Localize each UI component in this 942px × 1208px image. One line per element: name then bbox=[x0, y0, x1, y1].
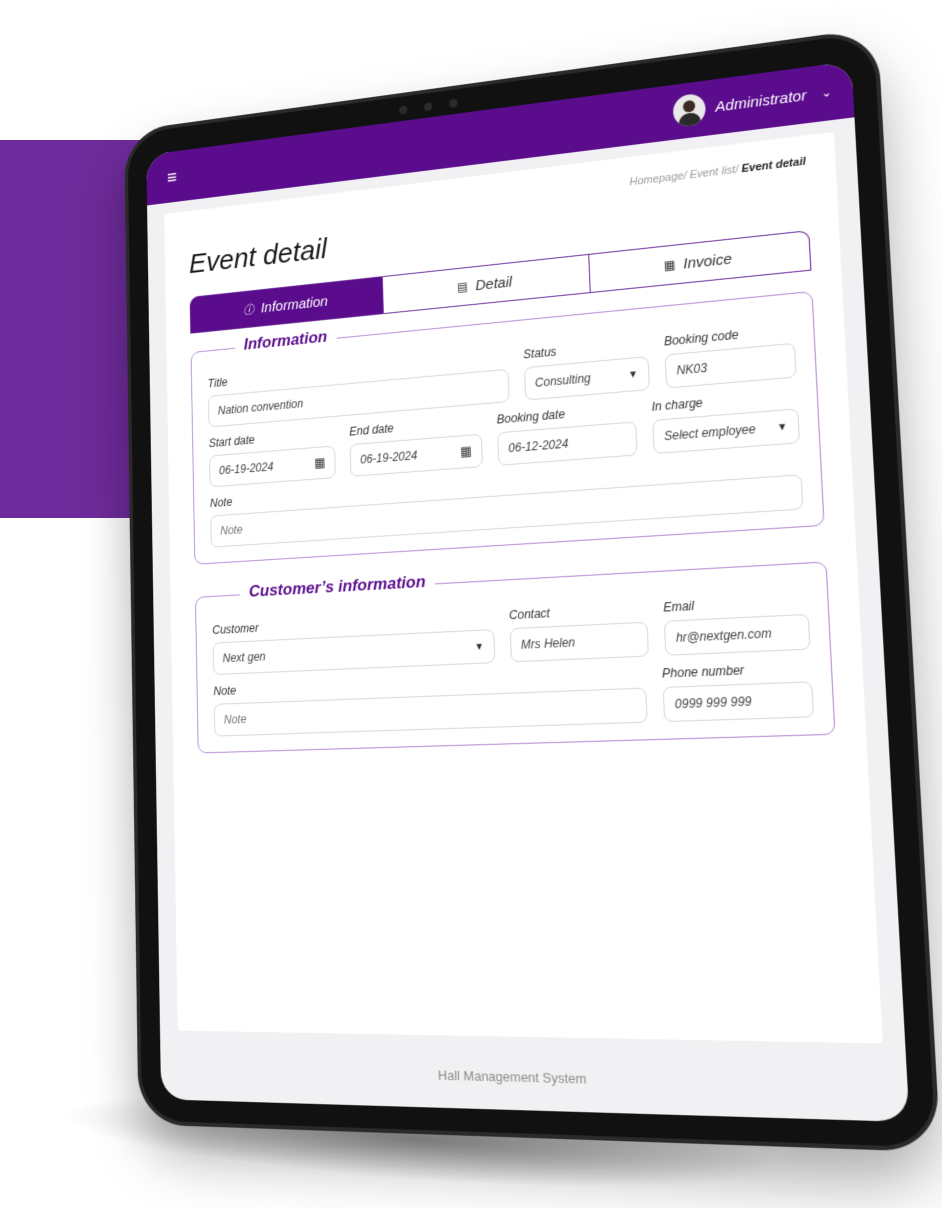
customer-select[interactable]: Next gen ▼ bbox=[213, 629, 496, 675]
document-icon: ▤ bbox=[457, 279, 468, 294]
contact-value: Mrs Helen bbox=[521, 635, 576, 652]
end-date-value: 06-19-2024 bbox=[360, 449, 417, 467]
customer-value: Next gen bbox=[223, 650, 266, 665]
customer-card: Customer’s information Customer Next gen… bbox=[195, 561, 836, 753]
avatar bbox=[672, 93, 706, 128]
calendar-icon[interactable]: ▦ bbox=[460, 443, 472, 460]
tablet-device: ≡ Administrator ⌄ Homepage/ Event list/ … bbox=[127, 32, 935, 1148]
user-name: Administrator bbox=[715, 87, 807, 116]
information-card: Information Title Nation convention Stat… bbox=[191, 291, 825, 565]
email-label: Email bbox=[663, 593, 808, 615]
caret-down-icon: ▼ bbox=[628, 368, 638, 380]
email-input[interactable]: hr@nextgen.com bbox=[664, 614, 811, 656]
phone-label: Phone number bbox=[662, 660, 812, 681]
status-select[interactable]: Consulting ▼ bbox=[524, 356, 650, 401]
main-content: Homepage/ Event list/ Event detail Event… bbox=[164, 132, 883, 1043]
breadcrumb-home[interactable]: Homepage/ bbox=[629, 170, 687, 189]
tab-label: Invoice bbox=[683, 250, 732, 272]
invoice-icon: ▦ bbox=[663, 258, 675, 273]
tab-information[interactable]: ⓘ Information bbox=[190, 276, 385, 334]
tab-label: Information bbox=[261, 293, 328, 316]
start-date-value: 06-19-2024 bbox=[219, 460, 274, 477]
booking-date-value: 06-12-2024 bbox=[508, 437, 568, 455]
status-value: Consulting bbox=[535, 371, 591, 390]
tablet-screen: ≡ Administrator ⌄ Homepage/ Event list/ … bbox=[146, 61, 909, 1122]
contact-input[interactable]: Mrs Helen bbox=[510, 622, 649, 663]
info-icon: ⓘ bbox=[243, 301, 254, 318]
breadcrumb-list[interactable]: Event list/ bbox=[689, 164, 738, 182]
user-menu[interactable]: Administrator ⌄ bbox=[672, 76, 833, 128]
information-section-title: Information bbox=[235, 326, 337, 355]
customer-note-placeholder: Note bbox=[224, 712, 247, 726]
title-value: Nation convention bbox=[218, 397, 304, 418]
start-date-input[interactable]: 06-19-2024 ▦ bbox=[209, 445, 336, 487]
email-value: hr@nextgen.com bbox=[676, 626, 772, 645]
phone-value: 0999 999 999 bbox=[675, 694, 752, 711]
hamburger-menu-icon[interactable]: ≡ bbox=[167, 167, 177, 189]
camera-row bbox=[399, 99, 458, 115]
camera-dot bbox=[399, 105, 408, 115]
end-date-input[interactable]: 06-19-2024 ▦ bbox=[350, 434, 483, 477]
caret-down-icon: ▼ bbox=[474, 641, 484, 652]
calendar-icon[interactable]: ▦ bbox=[314, 455, 326, 471]
booking-code-input[interactable]: NK03 bbox=[665, 343, 797, 389]
in-charge-select[interactable]: Select employee ▼ bbox=[652, 408, 800, 454]
camera-dot bbox=[424, 102, 433, 112]
tab-invoice[interactable]: ▦ Invoice bbox=[589, 230, 812, 293]
footer-text: Hall Management System bbox=[160, 1061, 908, 1095]
tab-label: Detail bbox=[475, 273, 512, 293]
tab-detail[interactable]: ▤ Detail bbox=[383, 254, 590, 314]
customer-section-title: Customer’s information bbox=[240, 572, 436, 602]
in-charge-value: Select employee bbox=[664, 422, 756, 443]
camera-dot bbox=[449, 99, 458, 109]
phone-input[interactable]: 0999 999 999 bbox=[663, 681, 814, 722]
note-placeholder: Note bbox=[220, 523, 243, 538]
chevron-down-icon: ⌄ bbox=[821, 85, 832, 100]
breadcrumb-current: Event detail bbox=[741, 156, 806, 176]
booking-code-value: NK03 bbox=[676, 361, 707, 378]
contact-label: Contact bbox=[509, 601, 647, 622]
booking-date-input[interactable]: 06-12-2024 bbox=[497, 421, 637, 466]
caret-down-icon: ▼ bbox=[777, 421, 788, 433]
